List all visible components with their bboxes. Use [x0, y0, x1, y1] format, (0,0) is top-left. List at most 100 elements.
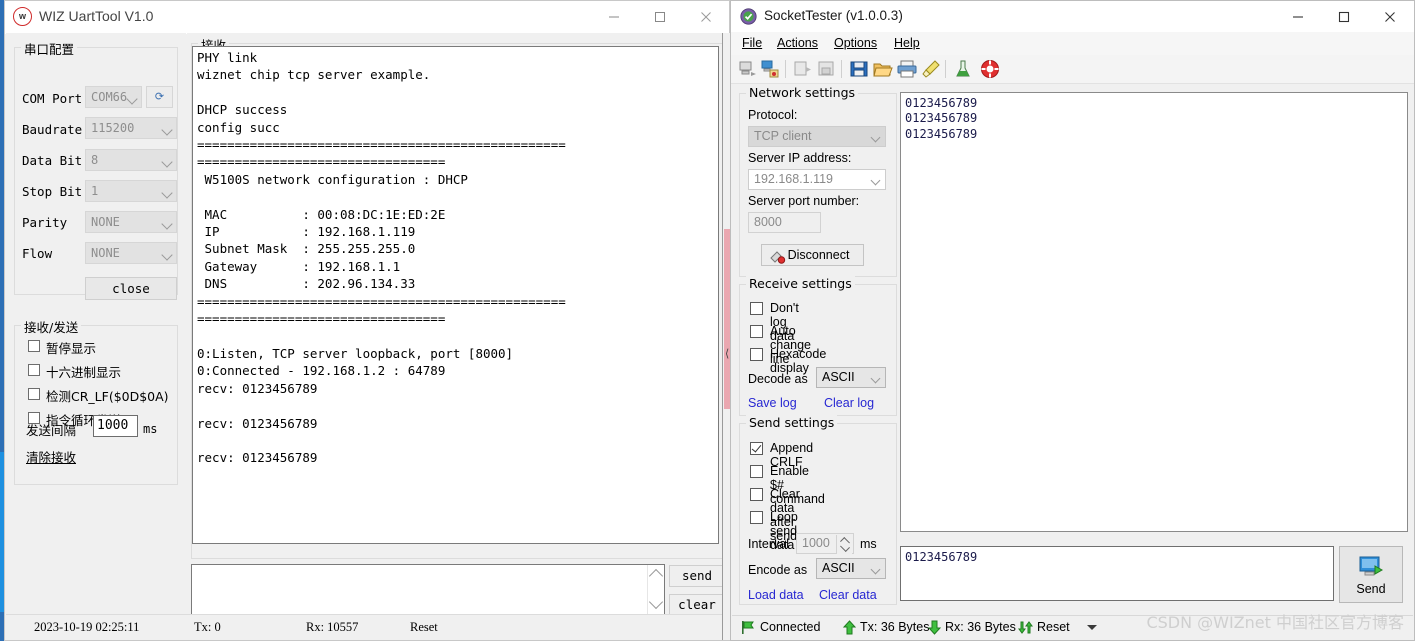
up-arrow-icon: [842, 620, 857, 635]
checkbox-box: [750, 511, 763, 524]
menu-actions-label: Actions: [777, 36, 818, 50]
uart-status-reset-button[interactable]: Reset: [410, 620, 438, 635]
checkbox-label: 检测CR_LF($0D$0A): [46, 389, 169, 404]
server-port-input[interactable]: 8000: [748, 212, 821, 233]
menu-options[interactable]: Options: [834, 36, 877, 50]
chevron-down-icon: [161, 249, 173, 261]
checkbox-label: 十六进制显示: [46, 365, 122, 380]
status-tx: Tx: 36 Bytes: [860, 620, 930, 634]
decode-as-select[interactable]: ASCII: [816, 367, 886, 388]
checkbox-box: [750, 465, 763, 478]
uart-status-time: 2023-10-19 02:25:11: [34, 620, 140, 634]
send-icon: [1359, 556, 1384, 576]
stop-bit-select[interactable]: 1: [85, 180, 177, 202]
protocol-select[interactable]: TCP client: [748, 126, 886, 147]
menu-help[interactable]: Help: [894, 36, 920, 50]
status-rx: Rx: 36 Bytes: [945, 620, 1016, 634]
send-button[interactable]: Send: [1339, 546, 1403, 603]
flag-icon: [742, 621, 754, 634]
toolbar-separator: [785, 60, 786, 78]
socket-tester-send-input[interactable]: 0123456789: [900, 546, 1334, 601]
checkbox-box: [750, 442, 763, 455]
clear-data-link[interactable]: Clear data: [819, 588, 877, 602]
clear-log-link[interactable]: Clear log: [824, 396, 874, 410]
socket-tester-close-button[interactable]: [1367, 1, 1413, 32]
socket-tester-window: SocketTester (v1.0.0.3) File Actions Opt…: [730, 0, 1415, 641]
refresh-ports-icon[interactable]: ⟳: [146, 86, 173, 108]
encode-as-value: ASCII: [822, 561, 855, 575]
test-icon[interactable]: [953, 59, 973, 79]
uart-send-input[interactable]: [191, 564, 665, 616]
clear-receive-link[interactable]: 清除接收: [26, 447, 76, 466]
send-interval-input[interactable]: 1000: [93, 415, 138, 437]
socket-tester-title: SocketTester (v1.0.0.3): [764, 8, 903, 23]
checkbox-box: [28, 388, 40, 400]
socket-tester-settings-panel: Network settings Protocol: TCP client Se…: [736, 85, 899, 605]
network-settings-title: Network settings: [746, 85, 859, 100]
checkbox-box: [28, 340, 40, 352]
close-port-button[interactable]: close: [85, 277, 177, 300]
decode-as-label: Decode as: [748, 372, 808, 386]
save-log-link[interactable]: Save log: [748, 396, 797, 410]
socket-tester-maximize-button[interactable]: [1321, 1, 1367, 32]
uart-clear-button[interactable]: clear: [669, 594, 725, 616]
scroll-up-icon[interactable]: [648, 568, 664, 584]
uart-titlebar: w WIZ UartTool V1.0: [5, 1, 729, 34]
uart-send-button[interactable]: send: [669, 565, 725, 587]
data-bit-value: 8: [91, 153, 99, 167]
open-icon[interactable]: [873, 59, 893, 79]
print-icon[interactable]: [897, 59, 917, 79]
stop-bit-value: 1: [91, 184, 99, 198]
server-ip-label: Server IP address:: [748, 151, 852, 165]
data-bit-select[interactable]: 8: [85, 149, 177, 171]
encode-as-label: Encode as: [748, 563, 808, 577]
socket-tester-log[interactable]: 0123456789 0123456789 0123456789: [900, 92, 1408, 532]
uart-status-tx: Tx: 0: [194, 620, 221, 634]
menu-file[interactable]: File: [742, 36, 762, 50]
help-ring-icon[interactable]: [980, 59, 1000, 79]
checkbox-box: [750, 488, 763, 501]
uart-window-title: WIZ UartTool V1.0: [39, 8, 154, 24]
send-interval-label: 发送间隔: [26, 423, 77, 438]
baudrate-select[interactable]: 115200: [85, 117, 177, 139]
uart-statusbar: 2023-10-19 02:25:11 Tx: 0 Rx: 10557 Rese…: [6, 614, 728, 639]
connect-icon[interactable]: [738, 59, 758, 79]
socket-tester-toolbar: [731, 55, 1414, 84]
parity-select[interactable]: NONE: [85, 211, 177, 233]
disconnect-button[interactable]: Disconnect: [761, 244, 864, 266]
window-edge-divider: [722, 33, 723, 640]
collapse-panel-icon[interactable]: ⟨: [725, 348, 729, 359]
load-data-link[interactable]: Load data: [748, 588, 804, 602]
flow-value: NONE: [91, 246, 120, 260]
status-reset-button[interactable]: Reset: [1037, 620, 1070, 634]
chevron-down-icon: [161, 124, 173, 136]
stop-log-icon[interactable]: [817, 59, 837, 79]
reset-icon[interactable]: [1018, 620, 1033, 635]
uart-close-button[interactable]: [683, 1, 729, 32]
server-ip-select[interactable]: 192.168.1.119: [748, 169, 886, 190]
uart-send-scrollbar[interactable]: [647, 565, 664, 615]
interval-spinner[interactable]: [836, 535, 852, 554]
checkbox-box: [750, 325, 763, 338]
com-port-value: COM66: [91, 90, 128, 104]
status-reset-dropdown-icon[interactable]: [1087, 625, 1097, 630]
disconnect-icon[interactable]: [761, 59, 781, 79]
interval-input[interactable]: 1000: [796, 533, 854, 554]
uart-terminal[interactable]: PHY link wiznet chip tcp server example.…: [192, 46, 719, 544]
start-log-icon[interactable]: [793, 59, 813, 79]
protocol-value: TCP client: [754, 129, 812, 143]
encode-as-select[interactable]: ASCII: [816, 558, 886, 579]
uart-minimize-button[interactable]: [591, 1, 637, 32]
uart-receive-panel: 接收 PHY link wiznet chip tcp server examp…: [187, 33, 728, 615]
send-interval-unit: ms: [143, 422, 158, 436]
save-icon[interactable]: [849, 59, 869, 79]
flow-select[interactable]: NONE: [85, 242, 177, 264]
checkbox-label: 暂停显示: [46, 341, 97, 356]
scroll-down-icon[interactable]: [648, 594, 664, 610]
uart-maximize-button[interactable]: [637, 1, 683, 32]
interval-value: 1000: [802, 536, 830, 550]
socket-tester-minimize-button[interactable]: [1275, 1, 1321, 32]
com-port-select[interactable]: COM66: [85, 86, 142, 108]
clear-icon[interactable]: [921, 59, 941, 79]
menu-actions[interactable]: Actions: [777, 36, 818, 50]
